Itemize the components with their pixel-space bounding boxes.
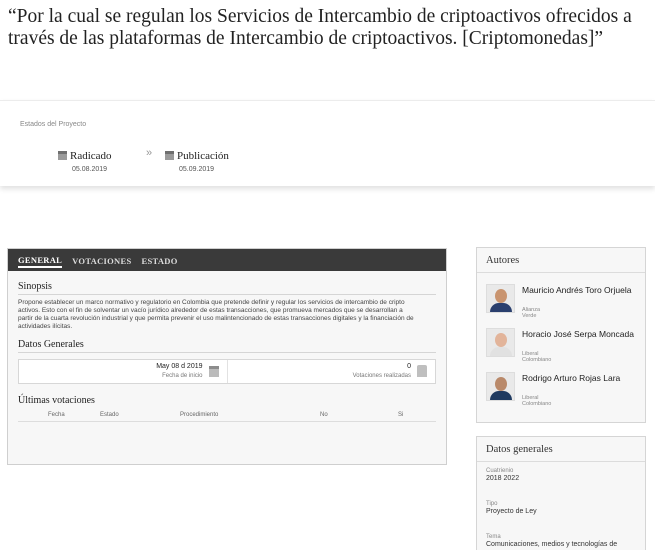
author-party: Liberal Colombiano — [522, 395, 552, 407]
state-step-publicacion: Publicación 05.09.2019 — [165, 146, 229, 173]
datos-generales-title: Datos Generales — [18, 339, 436, 353]
states-label: Estados del Proyecto — [20, 121, 87, 128]
author-name[interactable]: Rodrigo Arturo Rojas Lara — [522, 373, 647, 383]
chevron-double-right-icon: » — [146, 147, 153, 159]
state-date: 05.08.2019 — [72, 166, 108, 173]
synopsis-title: Sinopsis — [18, 281, 436, 295]
datos-generales-box: May 08 d 2019 Fecha de inicio 0 Votacion… — [18, 359, 436, 384]
column-header-no: No — [320, 412, 328, 418]
calendar-icon — [165, 151, 174, 160]
project-details-panel: GENERAL VOTACIONES ESTADO Sinopsis Propo… — [7, 248, 447, 465]
author-name[interactable]: Horacio José Serpa Moncada — [522, 329, 647, 339]
column-header-procedimiento: Procedimiento — [180, 412, 219, 418]
project-states-panel: Estados del Proyecto Radicado 05.08.2019… — [0, 100, 655, 186]
tipo-value: Proyecto de Ley — [486, 508, 537, 515]
state-name: Publicación — [177, 150, 229, 162]
cuatrienio-label: Cuatrienio — [486, 468, 514, 474]
state-name: Radicado — [70, 150, 112, 162]
votes-count-cell: 0 Votaciones realizadas — [228, 360, 436, 383]
state-step-radicado: Radicado 05.08.2019 — [58, 146, 112, 173]
start-date-label: Fecha de inicio — [162, 373, 203, 379]
column-header-fecha: Fecha — [48, 412, 65, 418]
votes-count-label: Votaciones realizadas — [352, 373, 411, 379]
start-date-value: May 08 d 2019 — [156, 363, 203, 370]
calendar-icon — [58, 151, 67, 160]
avatar — [486, 284, 515, 313]
thumbs-up-icon — [417, 365, 427, 377]
authors-title: Autores — [477, 248, 645, 273]
tipo-label: Tipo — [486, 501, 498, 507]
datos-generales-panel: Datos generales Cuatrienio 2018 2022 Tip… — [476, 436, 646, 550]
general-tab-content: Sinopsis Propone establecer un marco nor… — [8, 281, 446, 422]
tab-general[interactable]: GENERAL — [18, 253, 63, 268]
state-date: 05.09.2019 — [179, 166, 215, 173]
avatar — [486, 328, 515, 357]
last-votes-title: Últimas votaciones — [18, 395, 95, 406]
votes-table-header: Fecha Estado Procedimiento No Si — [18, 408, 436, 422]
synopsis-text: Propone establecer un marco normativo y … — [18, 299, 414, 330]
cuatrienio-value: 2018 2022 — [486, 475, 520, 482]
project-title: “Por la cual se regulan los Servicios de… — [8, 6, 632, 49]
calendar-icon — [208, 366, 219, 377]
author-party: Alianza Verde — [522, 307, 541, 319]
tab-estado[interactable]: ESTADO — [142, 254, 178, 266]
votes-count-value: 0 — [407, 363, 411, 370]
tema-value: Comunicaciones, medios y tecnologías de — [486, 541, 618, 548]
avatar — [486, 372, 515, 401]
column-header-estado: Estado — [100, 412, 119, 418]
author-name[interactable]: Mauricio Andrés Toro Orjuela — [522, 285, 647, 295]
start-date-cell: May 08 d 2019 Fecha de inicio — [19, 360, 228, 383]
column-header-si: Si — [398, 412, 404, 418]
tema-label: Tema — [486, 534, 501, 540]
details-tabs: GENERAL VOTACIONES ESTADO — [8, 249, 446, 271]
author-party: Liberal Colombiano — [522, 351, 552, 363]
datos-generales-side-title: Datos generales — [477, 437, 645, 462]
authors-panel: Autores Mauricio Andrés Toro Orjuela Ali… — [476, 247, 646, 423]
tab-votaciones[interactable]: VOTACIONES — [72, 254, 131, 266]
